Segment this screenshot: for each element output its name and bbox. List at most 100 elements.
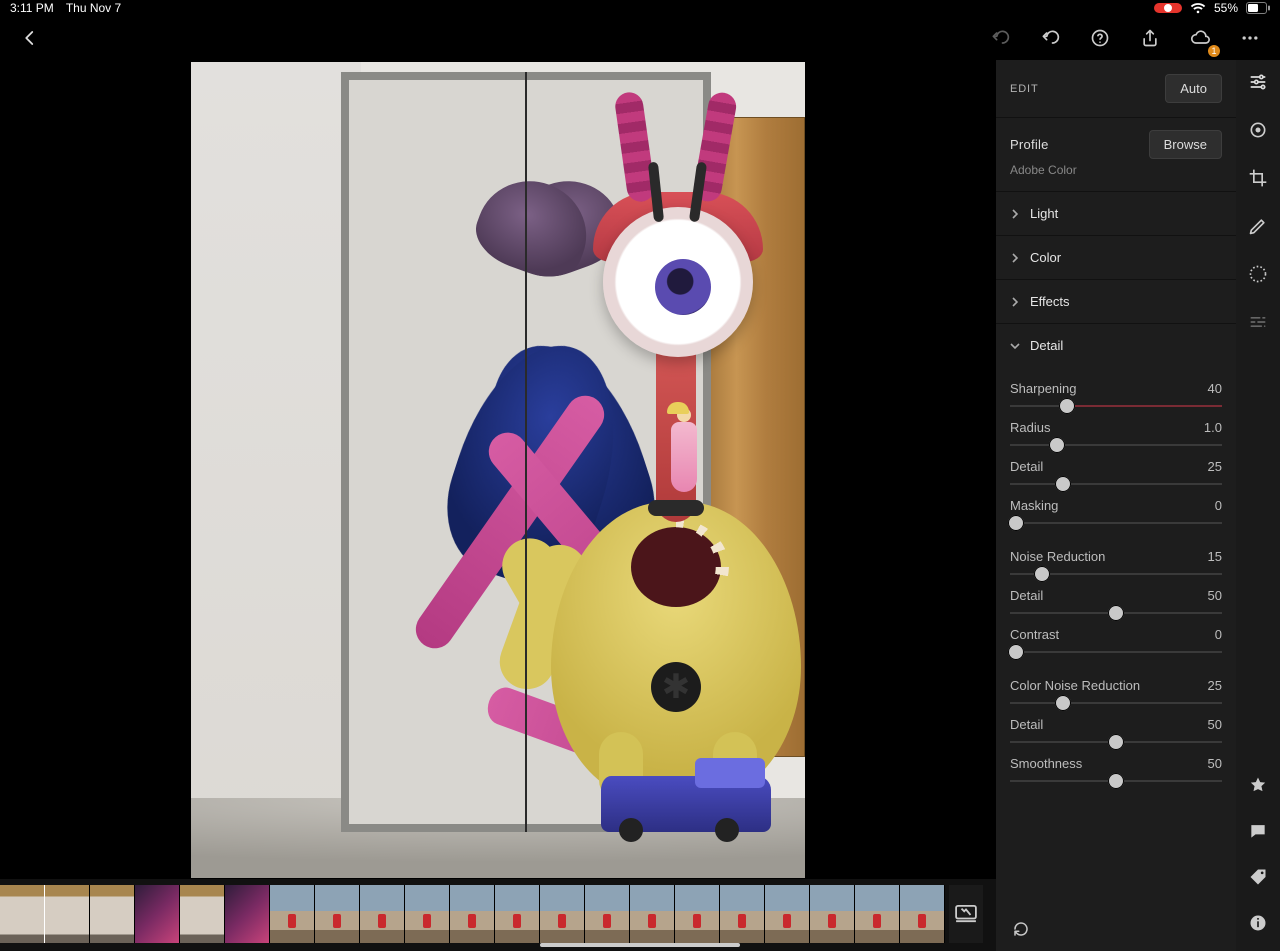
group-effects[interactable]: Effects [996, 280, 1236, 324]
cloud-sync-button[interactable]: 1 [1184, 22, 1216, 54]
filmstrip-thumb[interactable] [180, 885, 225, 943]
slider-masking[interactable]: Masking 0 [1010, 498, 1222, 527]
filmstrip-thumb[interactable] [630, 885, 675, 943]
tool-rail [1236, 60, 1280, 951]
filmstrip-thumb[interactable] [675, 885, 720, 943]
filmstrip-thumb[interactable] [360, 885, 405, 943]
slider-sharpening-label: Sharpening [1010, 381, 1077, 396]
battery-percent: 55% [1214, 1, 1238, 15]
back-button[interactable] [14, 22, 46, 54]
wifi-icon [1190, 2, 1206, 14]
slider-smoothness[interactable]: Smoothness 50 [1010, 756, 1222, 785]
auto-button[interactable]: Auto [1165, 74, 1222, 103]
undo-button[interactable] [1034, 22, 1066, 54]
group-color[interactable]: Color [996, 236, 1236, 280]
help-button[interactable] [1084, 22, 1116, 54]
info-icon[interactable] [1246, 911, 1270, 935]
filmstrip-thumb[interactable] [585, 885, 630, 943]
group-light[interactable]: Light [996, 192, 1236, 236]
filmstrip-thumb[interactable] [315, 885, 360, 943]
slider-radius[interactable]: Radius 1.0 [1010, 420, 1222, 449]
slider-noise-reduction[interactable]: Noise Reduction 15 [1010, 549, 1222, 578]
status-time: 3:11 PM [10, 1, 54, 15]
filmstrip-thumb[interactable] [90, 885, 135, 943]
group-detail-label: Detail [1030, 338, 1063, 353]
slider-radius-value: 1.0 [1204, 420, 1222, 435]
slider-cnr-value: 25 [1208, 678, 1222, 693]
slider-smoothness-value: 50 [1208, 756, 1222, 771]
filmstrip-thumb[interactable] [540, 885, 585, 943]
slider-sharpening[interactable]: Sharpening 40 [1010, 381, 1222, 410]
share-button[interactable] [1134, 22, 1166, 54]
slider-detail2-value: 50 [1208, 588, 1222, 603]
slider-detail1-label: Detail [1010, 459, 1043, 474]
reset-panel-button[interactable] [1010, 920, 1032, 941]
crop-icon[interactable] [1246, 166, 1270, 190]
slider-smoothness-label: Smoothness [1010, 756, 1082, 771]
battery-icon [1246, 2, 1270, 14]
comments-icon[interactable] [1246, 819, 1270, 843]
slider-masking-label: Masking [1010, 498, 1058, 513]
redo-button[interactable] [984, 22, 1016, 54]
cloud-badge-count: 1 [1208, 45, 1220, 57]
slider-masking-value: 0 [1215, 498, 1222, 513]
filmstrip-thumb[interactable] [405, 885, 450, 943]
slider-radius-label: Radius [1010, 420, 1050, 435]
edited-photo [191, 62, 805, 878]
more-button[interactable] [1234, 22, 1266, 54]
slider-detail2-label: Detail [1010, 588, 1043, 603]
edit-panel: EDIT Auto Profile Browse Adobe Color Lig… [996, 60, 1236, 951]
slider-nr-detail[interactable]: Detail 50 [1010, 588, 1222, 617]
app-toolbar: 1 [0, 18, 1280, 58]
slider-nr-contrast[interactable]: Contrast0 [1010, 627, 1222, 656]
slider-cnr-detail[interactable]: Detail 50 [1010, 717, 1222, 746]
ipad-status-bar: 3:11 PM Thu Nov 7 55% [0, 0, 1280, 16]
slider-cnr-label: Color Noise Reduction [1010, 678, 1140, 693]
slider-nr-label: Noise Reduction [1010, 549, 1105, 564]
slider-detail3-label: Detail [1010, 717, 1043, 732]
filmstrip-thumb[interactable] [720, 885, 765, 943]
filmstrip-thumb[interactable] [810, 885, 855, 943]
status-date: Thu Nov 7 [66, 1, 121, 15]
slider-nr-value: 15 [1208, 549, 1222, 564]
filmstrip-toggle-icon[interactable] [949, 885, 983, 943]
profile-row: Profile Browse Adobe Color [996, 118, 1236, 192]
photo-viewport[interactable] [0, 60, 996, 879]
slider-detail1-value: 25 [1208, 459, 1222, 474]
slider-contrast-label: Contrast [1010, 627, 1059, 642]
slider-color-nr[interactable]: Color Noise Reduction 25 [1010, 678, 1222, 707]
filmstrip-thumb[interactable] [0, 885, 45, 943]
rate-star-icon[interactable] [1246, 773, 1270, 797]
screen-record-indicator[interactable] [1154, 3, 1182, 13]
filmstrip-thumb[interactable] [495, 885, 540, 943]
filmstrip-thumb[interactable] [270, 885, 315, 943]
profile-value: Adobe Color [1010, 163, 1222, 177]
filmstrip-thumb[interactable] [855, 885, 900, 943]
filmstrip-thumb[interactable] [135, 885, 180, 943]
group-effects-label: Effects [1030, 294, 1070, 309]
keywords-icon[interactable] [1246, 865, 1270, 889]
edit-header-row: EDIT Auto [996, 60, 1236, 118]
filmstrip-thumb[interactable] [450, 885, 495, 943]
filmstrip-thumb[interactable] [45, 885, 90, 943]
slider-detail3-value: 50 [1208, 717, 1222, 732]
slider-detail-sharp[interactable]: Detail 25 [1010, 459, 1222, 488]
slider-sharpening-value: 40 [1208, 381, 1222, 396]
radial-gradient-icon[interactable] [1246, 262, 1270, 286]
presets-icon[interactable] [1246, 310, 1270, 334]
group-light-label: Light [1030, 206, 1058, 221]
group-detail[interactable]: Detail [996, 324, 1236, 367]
filmstrip-thumb[interactable] [765, 885, 810, 943]
detail-sliders: Sharpening 40 Radius 1.0 Detail 25 Masking 0… [996, 367, 1236, 797]
filmstrip-thumb[interactable] [900, 885, 945, 943]
profile-label: Profile [1010, 137, 1049, 152]
brush-icon[interactable] [1246, 214, 1270, 238]
group-color-label: Color [1030, 250, 1061, 265]
home-indicator [540, 943, 740, 947]
adjust-sliders-icon[interactable] [1246, 70, 1270, 94]
filmstrip-thumb[interactable] [225, 885, 270, 943]
healing-icon[interactable] [1246, 118, 1270, 142]
edit-section-label: EDIT [1010, 83, 1039, 95]
browse-profile-button[interactable]: Browse [1149, 130, 1222, 159]
filmstrip[interactable] [0, 879, 996, 951]
